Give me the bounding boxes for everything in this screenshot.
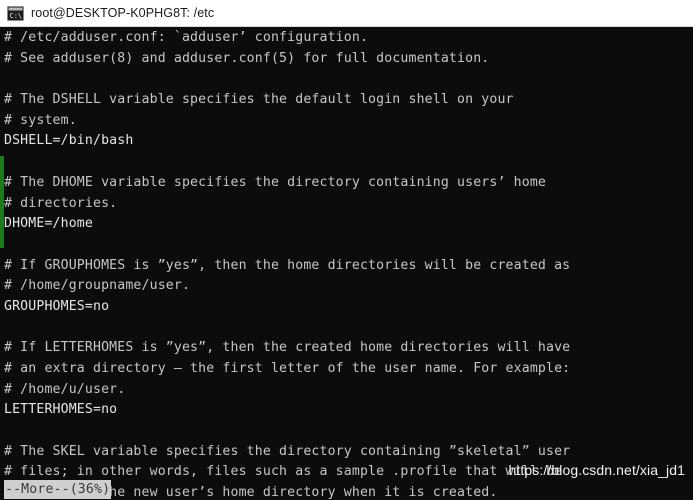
terminal-line: # an extra directory – the first letter … [4,361,571,376]
window-title: root@DESKTOP-K0PHG8T: /etc [31,6,215,20]
terminal-line: # /home/u/user. [4,381,126,397]
terminal-line: # directories. [4,195,118,211]
svg-text:C:\: C:\ [10,12,23,20]
terminal-line: # The SKEL variable specifies the direct… [4,443,571,459]
terminal-line: # The DSHELL variable specifies the defa… [4,92,514,108]
terminal-window: C:\ root@DESKTOP-K0PHG8T: /etc # /etc/ad… [0,0,693,500]
terminal-line: # See adduser(8) and adduser.conf(5) for… [4,50,490,66]
terminal-line: # The DHOME variable specifies the direc… [4,174,546,190]
terminal-screen[interactable]: # /etc/adduser.conf: `adduser’ configura… [0,27,693,500]
terminal-line: # If GROUPHOMES is ”yes”, then the home … [4,257,571,273]
terminal-line: # If LETTERHOMES is ”yes”, then the crea… [4,340,571,356]
terminal-line: GROUPHOMES=no [4,298,110,314]
more-prompt[interactable]: --More--(36%) [4,480,112,499]
terminal-line: # system. [4,112,77,128]
terminal-line: # /etc/adduser.conf: `adduser’ configura… [4,30,369,45]
title-bar: C:\ root@DESKTOP-K0PHG8T: /etc [0,0,693,27]
terminal-line: LETTERHOMES=no [4,402,118,418]
watermark: https://blog.csdn.net/xia_jd1 [508,462,685,478]
console-icon: C:\ [7,5,24,21]
terminal-output: # /etc/adduser.conf: `adduser’ configura… [4,27,693,500]
terminal-line: DSHELL=/bin/bash [4,133,134,149]
terminal-line: # /home/groupname/user. [4,278,191,294]
terminal-line: DHOME=/home [4,216,93,232]
